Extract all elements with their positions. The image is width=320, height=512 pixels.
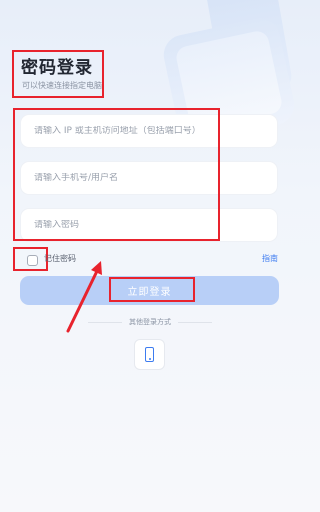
guide-link[interactable]: 指南 <box>262 253 278 264</box>
divider-left <box>88 322 122 323</box>
annotation-box-title <box>12 50 104 98</box>
phone-icon <box>145 347 154 362</box>
divider-right <box>178 322 212 323</box>
annotation-box-checkbox <box>13 247 48 271</box>
other-login-methods-label: 其他登录方式 <box>129 318 171 326</box>
annotation-arrow <box>66 261 102 333</box>
annotation-box-login-button <box>109 277 195 302</box>
annotation-box-fields <box>13 108 220 241</box>
phone-login-button[interactable] <box>134 339 165 370</box>
